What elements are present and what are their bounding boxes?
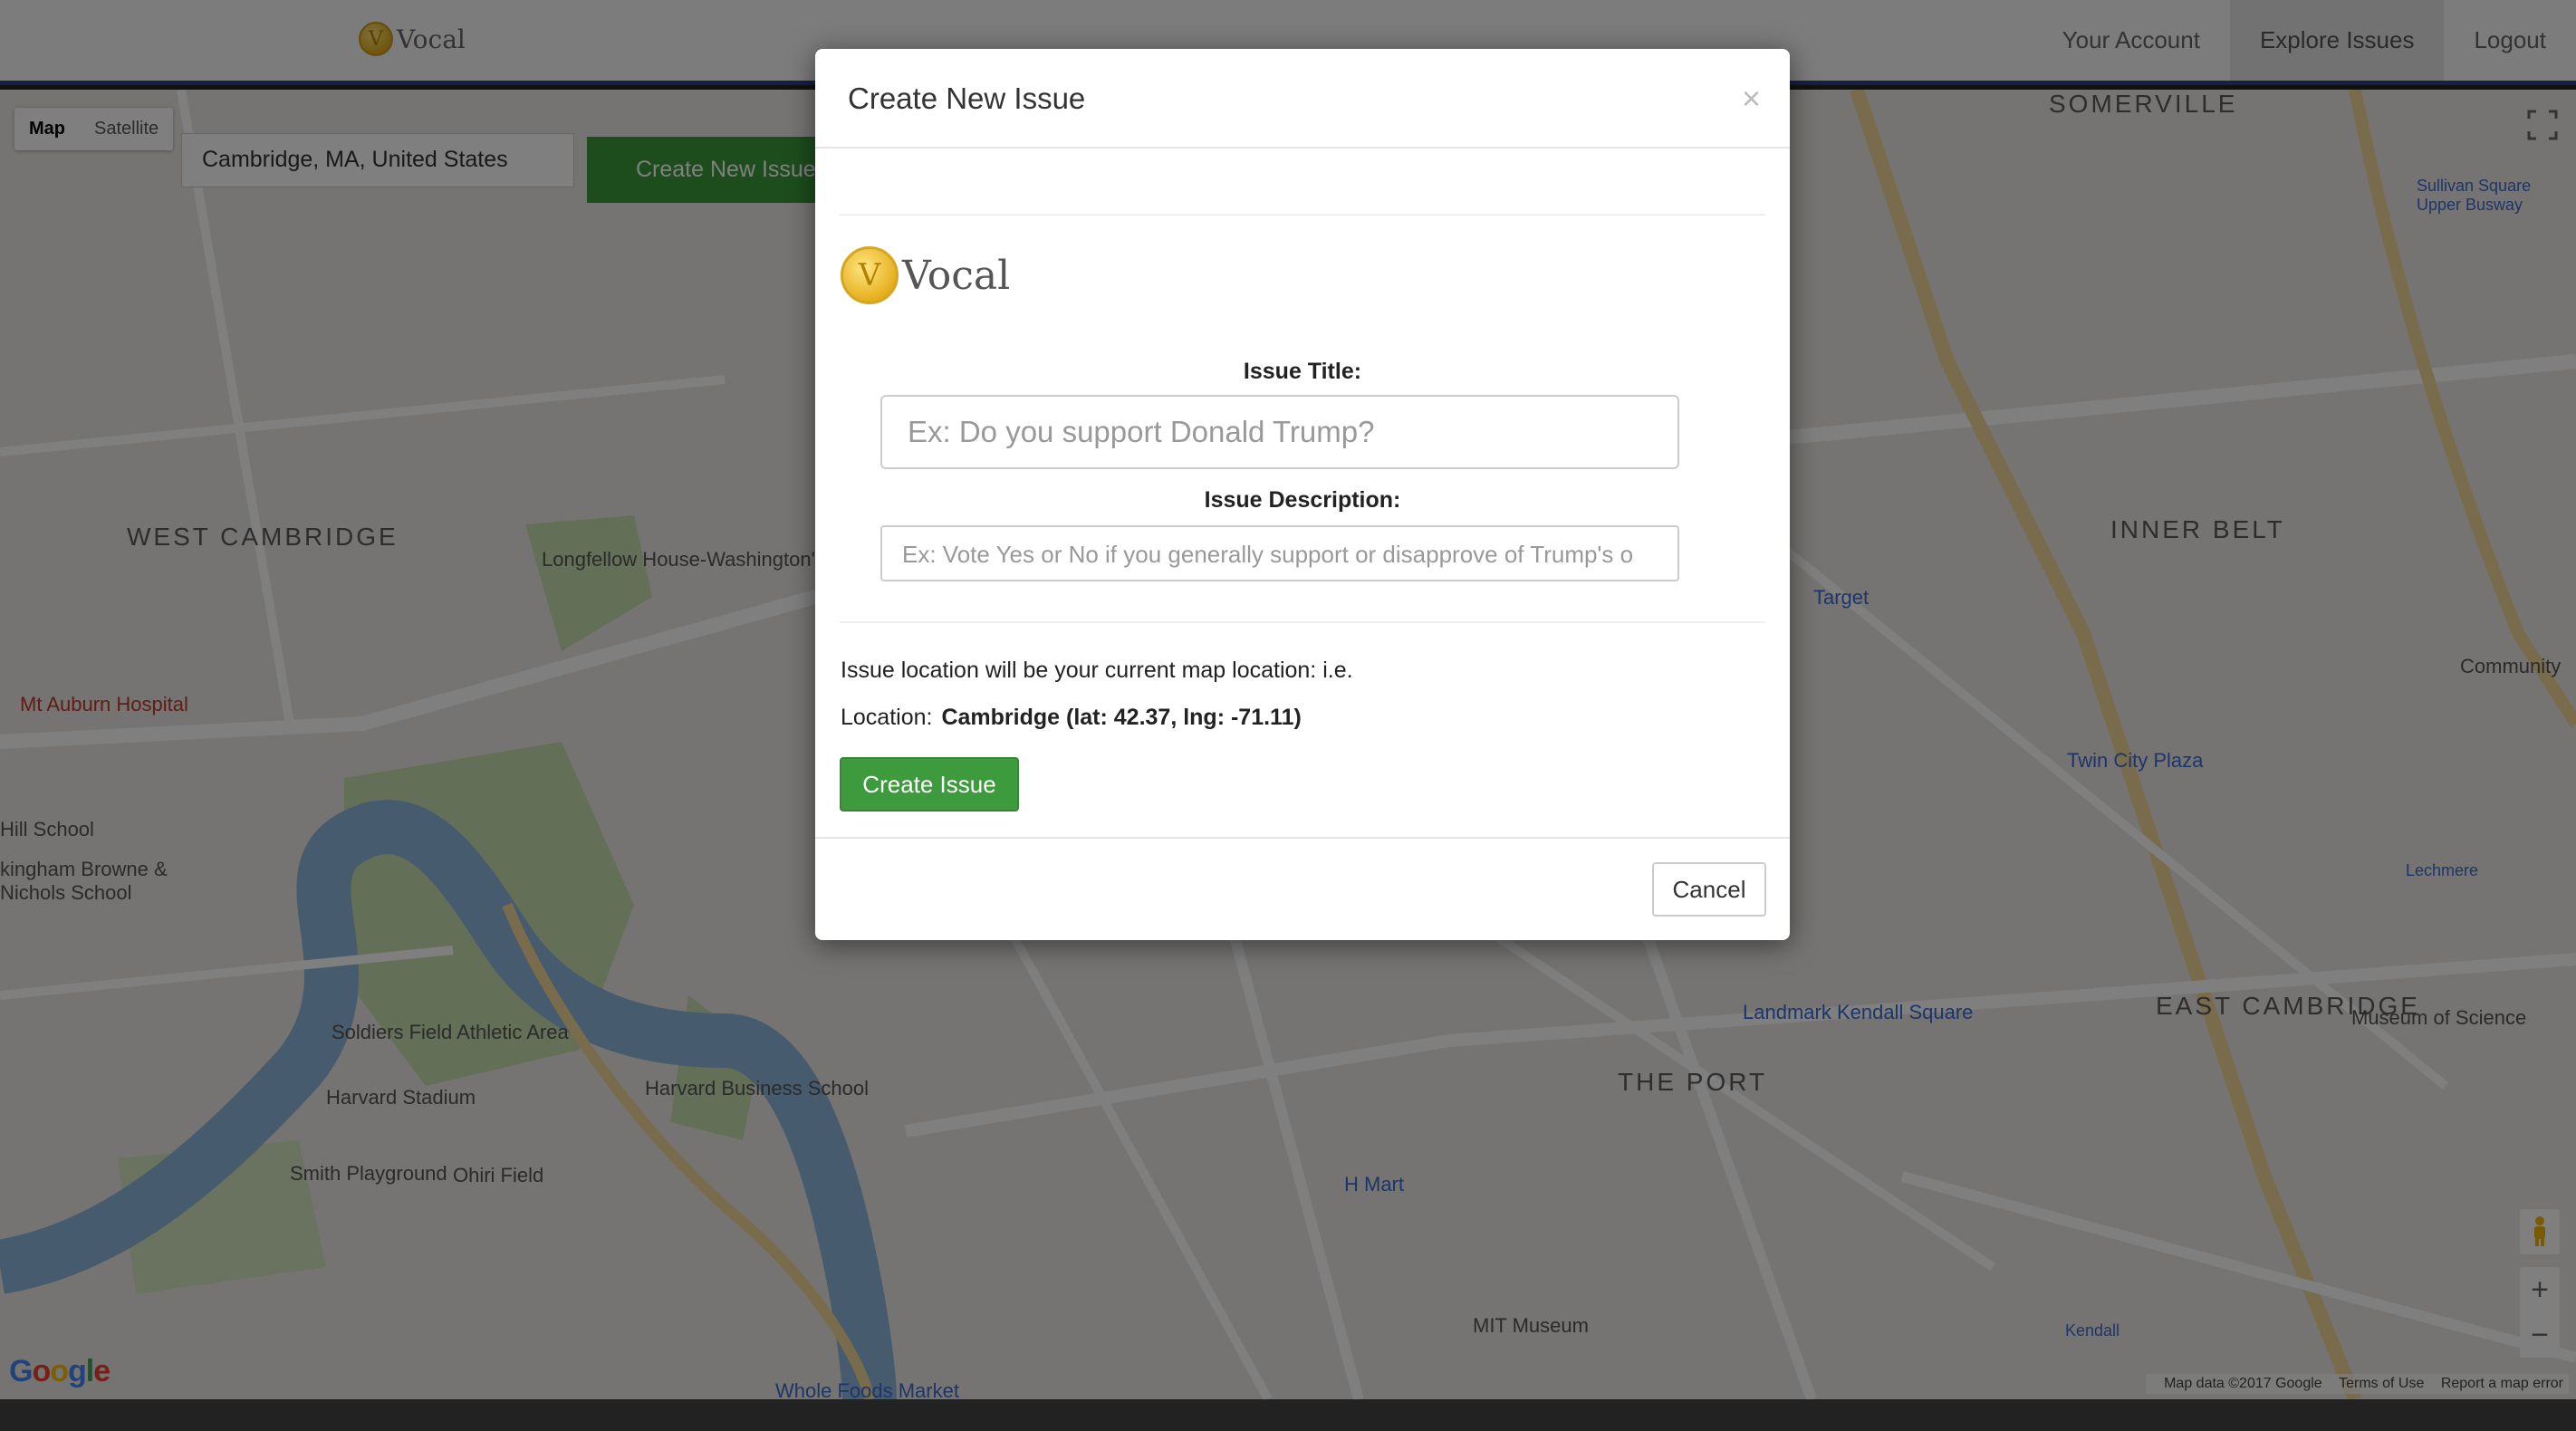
create-issue-modal: Create New Issue × V Vocal Issue Title: … — [815, 49, 1790, 940]
location-line: Location: Cambridge (lat: 42.37, lng: -71… — [841, 705, 1302, 731]
page-footer-bar — [0, 1399, 2576, 1431]
create-issue-button[interactable]: Create Issue — [840, 757, 1019, 812]
issue-title-input[interactable]: Ex: Do you support Donald Trump? — [880, 395, 1679, 469]
issue-description-label: Issue Description: — [1204, 487, 1401, 513]
cancel-button[interactable]: Cancel — [1652, 862, 1766, 917]
divider — [840, 621, 1765, 623]
modal-logo-name: Vocal — [902, 252, 1011, 299]
modal-logo: V Vocal — [841, 246, 1010, 304]
location-prefix: Location: — [841, 705, 933, 730]
vocal-coin-icon: V — [841, 246, 899, 304]
location-value: Cambridge (lat: 42.37, lng: -71.11) — [941, 705, 1302, 730]
modal-title: Create New Issue — [848, 82, 1086, 115]
issue-title-label: Issue Title: — [1243, 359, 1362, 384]
close-icon[interactable]: × — [1742, 80, 1761, 118]
divider — [840, 214, 1765, 216]
issue-description-input[interactable]: Ex: Vote Yes or No if you generally supp… — [880, 525, 1679, 581]
modal-header: Create New Issue × — [815, 49, 1790, 149]
location-note: Issue location will be your current map … — [841, 658, 1353, 683]
modal-footer: Cancel — [815, 837, 1790, 940]
